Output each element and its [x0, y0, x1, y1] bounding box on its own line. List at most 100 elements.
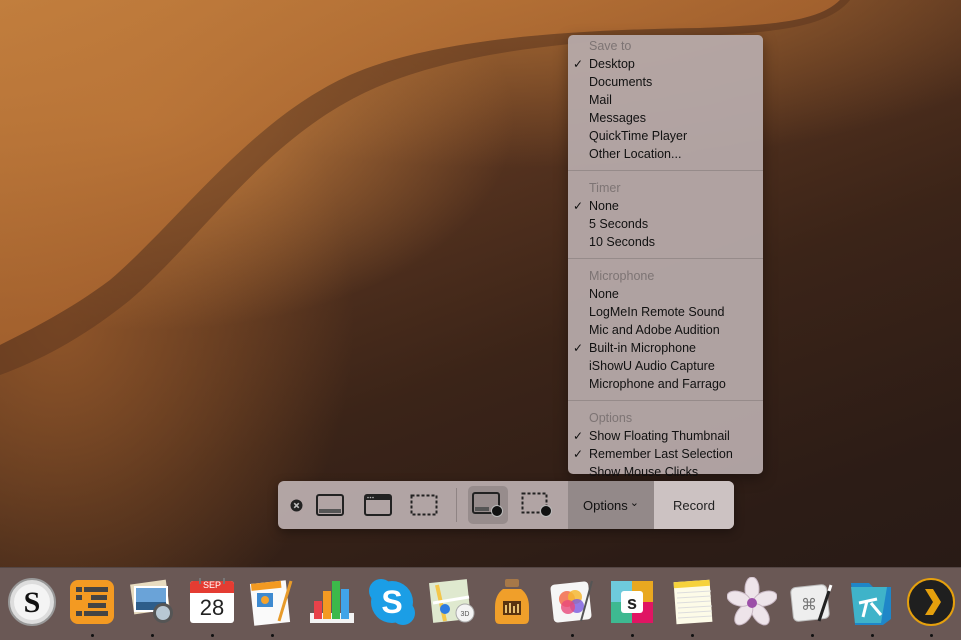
menu-item-label: Show Mouse Clicks	[589, 465, 699, 479]
running-indicator	[151, 634, 154, 637]
dock-app-filemaker[interactable]	[846, 576, 898, 628]
menu-separator	[568, 400, 763, 401]
options-label: Options	[582, 497, 628, 513]
menu-item-label: 10 Seconds	[589, 235, 656, 249]
running-indicator	[930, 634, 933, 637]
notes-icon	[673, 579, 713, 625]
maps-icon: 3D	[429, 579, 475, 623]
pixelmator-pro-icon	[550, 580, 593, 623]
menu-item[interactable]: ✓ Show Floating Thumbnail	[568, 427, 763, 445]
running-indicator	[811, 634, 814, 637]
calendar-month: SEP	[202, 580, 221, 590]
screenshot-toolbar: Options ⌄ Record	[278, 481, 734, 529]
menu-section-header: Timer	[589, 181, 621, 195]
dock-app-pixelmator-pro[interactable]	[546, 576, 598, 628]
menu-item[interactable]: Show Mouse Clicks	[568, 463, 763, 481]
menu-item-label: None	[589, 287, 619, 301]
menu-item-label: Documents	[589, 75, 653, 89]
menu-item-label: Show Floating Thumbnail	[589, 429, 730, 443]
dock-app-skype[interactable]: S	[366, 576, 418, 628]
record-entire-screen-icon	[472, 492, 503, 517]
svg-text:s: s	[627, 593, 637, 613]
menu-item-label: Built-in Microphone	[589, 341, 696, 355]
dock-app-calendar[interactable]: SEP 28	[186, 576, 238, 628]
record-selection-icon	[521, 492, 552, 517]
options-button[interactable]: Options ⌄	[568, 481, 654, 529]
menu-item-label: Mail	[589, 93, 612, 107]
menu-item[interactable]: QuickTime Player	[568, 127, 763, 145]
menu-item[interactable]: iShowU Audio Capture	[568, 357, 763, 375]
menu-item[interactable]: 5 Seconds	[568, 215, 763, 233]
running-indicator	[871, 634, 874, 637]
capture-selection-button[interactable]	[406, 481, 442, 529]
pages-icon	[249, 580, 293, 626]
keyboard-maestro-icon: ⌘	[790, 584, 833, 622]
svg-text:3D: 3D	[461, 611, 470, 618]
menu-item[interactable]: Documents	[568, 73, 763, 91]
menu-item-label: Mic and Adobe Audition	[589, 323, 720, 337]
calendar-day: 28	[199, 595, 225, 620]
running-indicator	[211, 634, 214, 637]
svg-text:S: S	[24, 586, 41, 619]
menu-section-header: Options	[589, 411, 633, 425]
record-entire-screen-button[interactable]	[468, 486, 508, 524]
menu-item[interactable]: Mail	[568, 91, 763, 109]
menu-item-label: QuickTime Player	[589, 129, 688, 143]
menu-item-label: Other Location...	[589, 147, 682, 161]
dock-app-maps[interactable]: 3D	[426, 576, 478, 628]
dock-app-notes[interactable]	[666, 576, 718, 628]
menu-item[interactable]: ✓ Built-in Microphone	[568, 339, 763, 357]
menu-item[interactable]: Mic and Adobe Audition	[568, 321, 763, 339]
dock-app-plex[interactable]	[905, 576, 957, 628]
menu-item[interactable]: 10 Seconds	[568, 233, 763, 251]
menu-item-label: 5 Seconds	[589, 217, 649, 231]
menu-item[interactable]: Microphone and Farrago	[568, 375, 763, 393]
dock-app-pages[interactable]	[246, 576, 298, 628]
checkmark-icon: ✓	[573, 341, 584, 355]
skype-icon: S	[369, 579, 415, 625]
dock-app-keyboard-maestro[interactable]: ⌘	[786, 576, 838, 628]
plex-icon	[907, 578, 955, 626]
menu-item[interactable]: ✓ Desktop	[568, 55, 763, 73]
dock-app-flower[interactable]	[726, 576, 778, 628]
menu-item-label: Desktop	[589, 57, 635, 71]
running-indicator	[91, 634, 94, 637]
menu-item[interactable]: Other Location...	[568, 145, 763, 163]
menu-item[interactable]: None	[568, 285, 763, 303]
svg-text:⌘: ⌘	[801, 595, 817, 614]
menu-item[interactable]: LogMeIn Remote Sound	[568, 303, 763, 321]
running-indicator	[691, 634, 694, 637]
checkmark-icon: ✓	[573, 199, 584, 213]
menu-item[interactable]: Messages	[568, 109, 763, 127]
menu-item[interactable]: ✓ None	[568, 197, 763, 215]
record-selection-button[interactable]	[518, 481, 556, 529]
capture-entire-screen-icon	[316, 494, 344, 516]
menu-item-label: LogMeIn Remote Sound	[589, 305, 725, 319]
dock-app-omnioutliner[interactable]	[66, 576, 118, 628]
checkmark-icon: ✓	[573, 57, 584, 71]
scrivener-icon: S	[8, 578, 56, 626]
close-button[interactable]	[286, 481, 306, 529]
toolbar-divider	[456, 488, 457, 522]
record-button[interactable]: Record	[654, 481, 734, 529]
checkmark-icon: ✓	[573, 429, 584, 443]
dock-app-slack[interactable]: s	[606, 576, 658, 628]
record-label: Record	[673, 497, 715, 513]
dock-app-scrivener[interactable]: S	[6, 576, 58, 628]
dock-app-numbers[interactable]	[306, 576, 358, 628]
svg-text:S: S	[381, 584, 402, 620]
menu-separator	[568, 258, 763, 259]
omnioutliner-icon	[70, 580, 114, 624]
options-menu: Save to ✓ Desktop Documents Mail Messages Quic…	[568, 35, 763, 479]
filemaker-icon	[851, 583, 891, 625]
dock: S SEP 28 S 3D s ⌘	[0, 567, 961, 640]
close-icon	[290, 499, 302, 511]
farrago-icon	[495, 579, 529, 624]
slack-icon: s	[611, 581, 653, 623]
dock-app-farrago[interactable]	[486, 576, 538, 628]
capture-window-button[interactable]	[360, 481, 396, 529]
menu-item[interactable]: ✓ Remember Last Selection	[568, 445, 763, 463]
dock-app-preview[interactable]	[126, 576, 178, 628]
menu-section-header: Microphone	[589, 269, 655, 283]
capture-entire-screen-button[interactable]	[312, 481, 348, 529]
